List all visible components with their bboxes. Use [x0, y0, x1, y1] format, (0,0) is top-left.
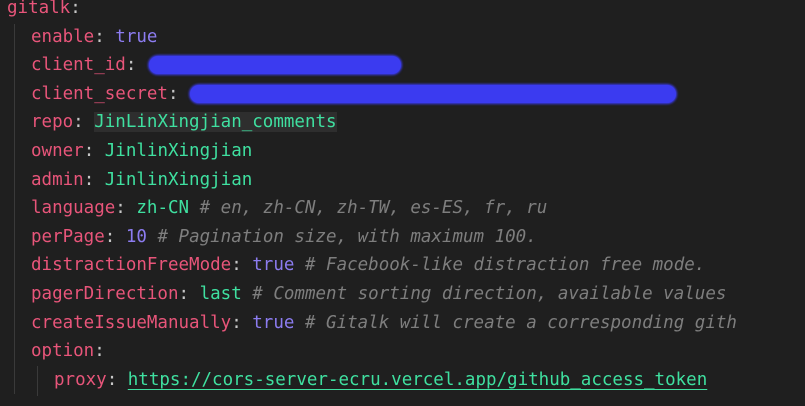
code-line-distraction-free-mode[interactable]: distractionFreeMode: true # Facebook-lik… — [31, 251, 805, 280]
code-editor[interactable]: gitalk: enable: true client_id: client_s… — [0, 0, 805, 406]
yaml-colon: : — [83, 141, 105, 161]
yaml-value-boolean: true — [115, 26, 158, 47]
yaml-value-boolean: true — [252, 312, 295, 333]
yaml-value-string: JinlinXingjian — [104, 141, 253, 161]
yaml-key: repo — [31, 112, 74, 133]
yaml-colon: : — [178, 284, 200, 304]
yaml-value-boolean: true — [252, 255, 295, 276]
yaml-colon: : — [94, 341, 105, 362]
yaml-comment: # Facebook-like distraction free mode. — [294, 255, 706, 276]
code-line-proxy[interactable]: proxy: https://cors-server-ecru.vercel.a… — [54, 366, 805, 395]
yaml-value-string-highlighted: JinLinXingjian_comments — [94, 112, 337, 133]
code-line-perpage[interactable]: perPage: 10 # Pagination size, with maxi… — [31, 223, 805, 252]
indent-guide-level-2 — [37, 366, 38, 396]
code-line-option[interactable]: option: — [31, 337, 805, 366]
yaml-key: owner — [31, 141, 84, 161]
yaml-key: option — [31, 341, 95, 362]
yaml-value-string: JinlinXingjian — [104, 169, 253, 190]
yaml-value-number: 10 — [125, 226, 147, 247]
yaml-colon: : — [94, 26, 116, 47]
yaml-colon: : — [73, 112, 95, 133]
yaml-comment: # Comment sorting direction, available v… — [241, 284, 727, 304]
yaml-colon: : — [231, 312, 253, 333]
code-line-client-secret[interactable]: client_secret: — [31, 80, 805, 109]
yaml-comment: # Gitalk will create a corresponding git… — [294, 312, 737, 333]
yaml-colon: : — [115, 198, 137, 219]
redaction-mark — [190, 84, 677, 103]
code-line-create-issue-manually[interactable]: createIssueManually: true # Gitalk will … — [31, 309, 805, 338]
yaml-colon: : — [125, 55, 147, 76]
yaml-colon: : — [83, 169, 105, 190]
yaml-key: distractionFreeMode — [31, 255, 232, 276]
yaml-colon: : — [70, 0, 81, 18]
yaml-value-string: zh-CN — [136, 198, 190, 219]
code-line-admin[interactable]: admin: JinlinXingjian — [31, 166, 805, 195]
yaml-comment: # en, zh-CN, zh-TW, es-ES, fr, ru — [189, 198, 548, 219]
yaml-key: pagerDirection — [31, 284, 179, 304]
code-line-pager-direction[interactable]: pagerDirection: last # Comment sorting d… — [31, 280, 805, 309]
yaml-key: language — [31, 198, 116, 219]
code-line-repo[interactable]: repo: JinLinXingjian_comments — [31, 108, 805, 137]
code-line-language[interactable]: language: zh-CN # en, zh-CN, zh-TW, es-E… — [31, 194, 805, 223]
yaml-key: client_id — [31, 55, 126, 76]
yaml-key: createIssueManually — [31, 312, 232, 333]
yaml-key: gitalk — [7, 0, 71, 18]
yaml-key: admin — [31, 169, 84, 190]
yaml-value-string: last — [199, 284, 242, 304]
yaml-key: client_secret — [31, 83, 168, 104]
redaction-mark — [148, 56, 401, 75]
code-line-client-id[interactable]: client_id: — [31, 51, 805, 80]
yaml-colon: : — [167, 83, 190, 104]
yaml-comment: # Pagination size, with maximum 100. — [146, 226, 537, 247]
yaml-key: perPage — [31, 226, 105, 247]
yaml-key: enable — [31, 26, 95, 47]
yaml-colon: : — [106, 369, 128, 390]
yaml-key: proxy — [54, 369, 107, 390]
yaml-colon: : — [104, 226, 126, 247]
indent-guide-level-1 — [14, 24, 15, 394]
code-line-gitalk[interactable]: gitalk: — [7, 0, 805, 23]
yaml-colon: : — [231, 255, 253, 276]
proxy-url-link[interactable]: https://cors-server-ecru.vercel.app/gith… — [128, 370, 707, 390]
code-line-owner[interactable]: owner: JinlinXingjian — [31, 137, 805, 166]
code-line-enable[interactable]: enable: true — [31, 23, 805, 52]
